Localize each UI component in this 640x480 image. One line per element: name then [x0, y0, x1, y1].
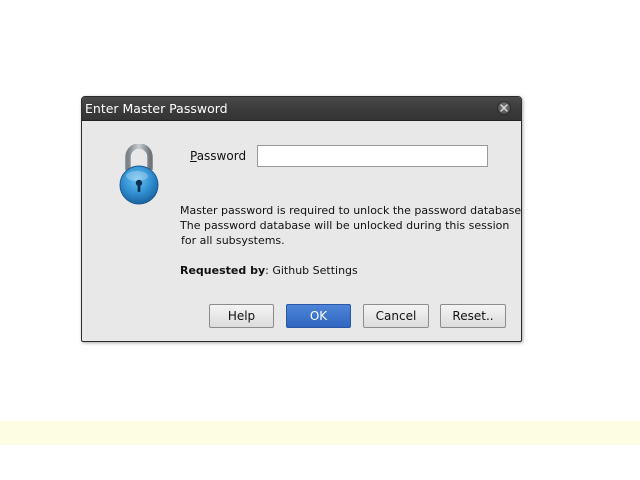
- info-message-line: The password database will be unlocked d…: [180, 219, 510, 232]
- reset-button[interactable]: Reset..: [440, 304, 506, 328]
- password-input[interactable]: [257, 145, 488, 167]
- requested-by-value: : Github Settings: [265, 264, 358, 277]
- padlock-icon: [117, 143, 161, 206]
- password-label: Password: [190, 149, 246, 164]
- ok-button[interactable]: OK: [286, 304, 351, 328]
- password-label-text: assword: [196, 149, 247, 163]
- info-message-line: Master password is required to unlock th…: [180, 204, 522, 217]
- close-icon[interactable]: [497, 101, 511, 115]
- requested-by: Requested by: Github Settings: [180, 263, 358, 278]
- info-message-line: for all subsystems.: [181, 234, 285, 247]
- master-password-dialog: Enter Master Password Password Master pa…: [81, 96, 522, 342]
- requested-by-label: Requested by: [180, 264, 266, 277]
- desktop: Enter Master Password Password Master pa…: [0, 0, 640, 480]
- help-button[interactable]: Help: [209, 304, 274, 328]
- background-strip: [0, 421, 640, 445]
- dialog-title: Enter Master Password: [85, 101, 228, 116]
- info-message: Master password is required to unlock th…: [180, 203, 522, 248]
- dialog-titlebar[interactable]: Enter Master Password: [82, 97, 521, 121]
- password-label-mnemonic: P: [190, 149, 197, 163]
- cancel-button[interactable]: Cancel: [363, 304, 429, 328]
